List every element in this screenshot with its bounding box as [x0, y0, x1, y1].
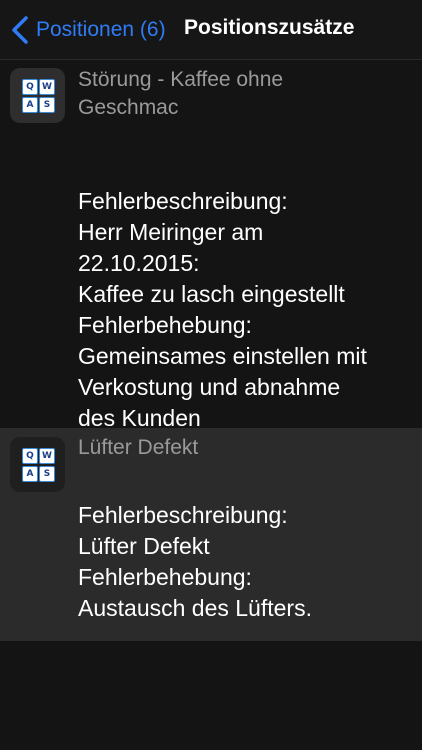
item-title: Lüfter Defekt — [78, 434, 412, 462]
key-s: S — [39, 466, 55, 482]
item-description: Fehlerbeschreibung: Herr Meiringer am 22… — [78, 186, 418, 434]
item-description-line: Fehlerbeschreibung: — [78, 188, 288, 214]
item-title-line: Geschmac — [78, 96, 179, 119]
navigation-bar: Positionen (6) Positionszusätze — [0, 0, 422, 60]
list-item[interactable]: Q W A S Störung - Kaffee ohne Geschmac F… — [0, 60, 422, 431]
key-a: A — [22, 466, 38, 482]
item-description-line: 22.10.2015: — [78, 250, 200, 276]
back-button-label: Positionen (6) — [36, 18, 166, 41]
key-w: W — [39, 448, 55, 464]
item-title: Störung - Kaffee ohne Geschmac — [78, 66, 412, 122]
screen: Positionen (6) Positionszusätze Q W A S … — [0, 0, 422, 750]
key-q: Q — [22, 448, 38, 464]
back-button[interactable]: Positionen (6) — [8, 14, 166, 46]
item-description-line: Verkostung und abnahme — [78, 374, 341, 400]
item-title-line: Lüfter Defekt — [78, 436, 199, 459]
item-description-line: Fehlerbehebung: — [78, 312, 252, 338]
keyboard-icon: Q W A S — [10, 437, 65, 492]
item-description-line: Kaffee zu lasch eingestellt — [78, 281, 345, 307]
key-q: Q — [22, 79, 38, 95]
item-description-line: Gemeinsames einstellen mit — [78, 343, 367, 369]
item-description-line: Fehlerbehebung: — [78, 564, 252, 590]
chevron-left-icon — [12, 16, 28, 44]
key-w: W — [39, 79, 55, 95]
list-item-selected[interactable]: Q W A S Lüfter Defekt Fehlerbeschreibung… — [0, 428, 422, 641]
item-description-line: Austausch des Lüfters. — [78, 595, 312, 621]
keyboard-icon: Q W A S — [10, 68, 65, 123]
key-a: A — [22, 97, 38, 113]
item-description-line: Herr Meiringer am — [78, 219, 264, 245]
item-description: Fehlerbeschreibung: Lüfter Defekt Fehler… — [78, 500, 418, 624]
key-s: S — [39, 97, 55, 113]
item-title-line: Störung - Kaffee ohne — [78, 68, 284, 91]
item-description-line: Fehlerbeschreibung: — [78, 502, 288, 528]
item-description-line: Lüfter Defekt — [78, 533, 210, 559]
page-title: Positionszusätze — [184, 16, 355, 39]
